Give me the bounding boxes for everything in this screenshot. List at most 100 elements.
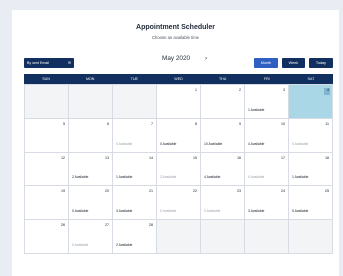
view-month-button[interactable]: Month [254,58,278,68]
availability-text: 0 Available [116,141,133,146]
calendar-cell-empty [113,85,157,119]
scheduler-card: Appointment Scheduler Choose an availabl… [12,10,339,276]
weekday-sun: SUN [42,77,50,81]
calendar-cell[interactable]: 21 3 Available [113,186,157,221]
availability-text: 0 Available [160,141,177,146]
calendar-cell[interactable]: 2 [201,85,245,119]
day-number: 17 [281,155,285,160]
day-number: 1 [195,88,197,92]
calendar-cell-empty [157,220,201,254]
email-button-label: By sent Email [27,61,49,65]
calendar-cell-empty [201,220,245,254]
day-number: 4 [327,88,329,92]
day-number: 19 [61,189,65,194]
calendar-cell[interactable]: 5 [25,118,69,153]
view-today-button[interactable]: Today [309,58,333,68]
calendar-cell[interactable]: 7 0 Available [113,118,157,153]
calendar-cell[interactable]: 9 10 Available [201,118,245,153]
calendar-cell[interactable]: 24 3 Available [245,186,289,221]
calendar-grid: 1231 Available 4 5 6 7 0 Available 8 0 Availabl… [24,84,333,254]
calendar-cell-empty [289,220,333,254]
view-week-button[interactable]: Week [282,58,305,68]
weekday-sat: SAT [307,77,315,81]
availability-text: 0 Available [160,209,177,214]
calendar-cell[interactable]: 10 4 Available [245,118,289,153]
calendar-cell[interactable]: 14 1 Available [113,152,157,187]
calendar-cell-empty [245,220,289,254]
next-month-button[interactable]: › [205,55,207,62]
calendar-cell[interactable]: 17 0 Available [245,152,289,187]
day-number: 9 [239,121,241,126]
month-label: May 2020 [162,55,191,62]
day-number: 21 [149,189,153,194]
weekday-wed: WED [174,77,183,81]
calendar-cell[interactable]: 3 1 Available [245,85,289,119]
calendar-cell[interactable]: 4 [289,85,333,119]
availability-text: 1 Available [116,175,133,180]
day-number: 7 [151,121,153,126]
day-number: 5 [63,121,65,126]
day-number: 3 [283,88,285,92]
weekday-mon: MON [86,77,95,81]
day-number: 26 [61,223,65,228]
availability-text: 4 Available [248,141,265,146]
availability-text: 0 Available [204,209,221,214]
calendar-cell[interactable]: 6 [69,118,113,153]
availability-text: 4 Available [204,175,221,180]
day-number: 11 [325,121,329,126]
weekday-header: SUN MON TUE WED THU FRI SAT [24,74,333,84]
calendar-cell[interactable]: 15 3 Available [157,152,201,187]
availability-text: 3 Available [160,175,177,180]
availability-text: 10 Available [204,141,223,146]
calendar-cell[interactable]: 1 [157,85,201,119]
calendar-cell[interactable]: 27 0 Available [69,220,113,254]
page-subtitle: Choose an available time [151,35,200,40]
availability-text: 5 Available [292,209,309,214]
calendar-cell[interactable]: 26 [25,220,69,254]
availability-text: 0 Available [248,175,265,180]
calendar-cell[interactable]: 8 0 Available [157,118,201,153]
day-number: 10 [281,121,285,126]
email-button[interactable]: By sent Email ✉ [24,58,74,68]
calendar-cell[interactable]: 11 0 Available [289,118,333,153]
calendar-cell[interactable]: 22 0 Available [157,186,201,221]
day-number: 27 [105,223,109,228]
calendar-cell[interactable]: 23 0 Available [201,186,245,221]
day-number: 24 [281,189,285,194]
availability-text: 1 Available [292,175,309,180]
availability-text: 0 Available [72,242,89,247]
calendar-cell[interactable]: 25 5 Available [289,186,333,221]
weekday-tue: TUE [130,77,138,81]
day-number: 22 [193,189,197,194]
availability-text: 1 Available [248,107,265,112]
calendar-cell[interactable]: 13 2 Available [69,152,113,187]
day-number: 2 [239,88,241,92]
day-number: 13 [105,155,109,160]
day-number: 6 [107,121,109,126]
calendar-cell-empty [25,85,69,119]
day-number: 23 [237,189,241,194]
calendar-cell[interactable]: 19 [25,186,69,221]
day-number: 20 [105,189,109,194]
calendar-cell[interactable]: 12 [25,152,69,187]
availability-text: 3 Available [116,209,133,214]
day-number: 14 [149,155,153,160]
day-number: 18 [325,155,329,160]
calendar-cell[interactable]: 18 1 Available [289,152,333,187]
availability-text: 0 Available [292,141,309,146]
day-number: 15 [193,155,197,160]
weekday-fri: FRI [263,77,270,81]
calendar-cell[interactable]: 20 0 Available [69,186,113,221]
day-number: 12 [61,155,65,160]
day-number: 28 [149,223,153,228]
availability-text: 2 Available [116,242,133,247]
availability-text: 0 Available [72,209,89,214]
availability-text: 3 Available [248,209,265,214]
weekday-thu: THU [218,77,227,81]
page-title: Appointment Scheduler [136,24,215,31]
calendar-cell[interactable]: 16 4 Available [201,152,245,187]
calendar-cell[interactable]: 28 2 Available [113,220,157,254]
mail-icon: ✉ [67,61,71,65]
day-number: 25 [325,189,329,194]
day-number: 16 [237,155,241,160]
